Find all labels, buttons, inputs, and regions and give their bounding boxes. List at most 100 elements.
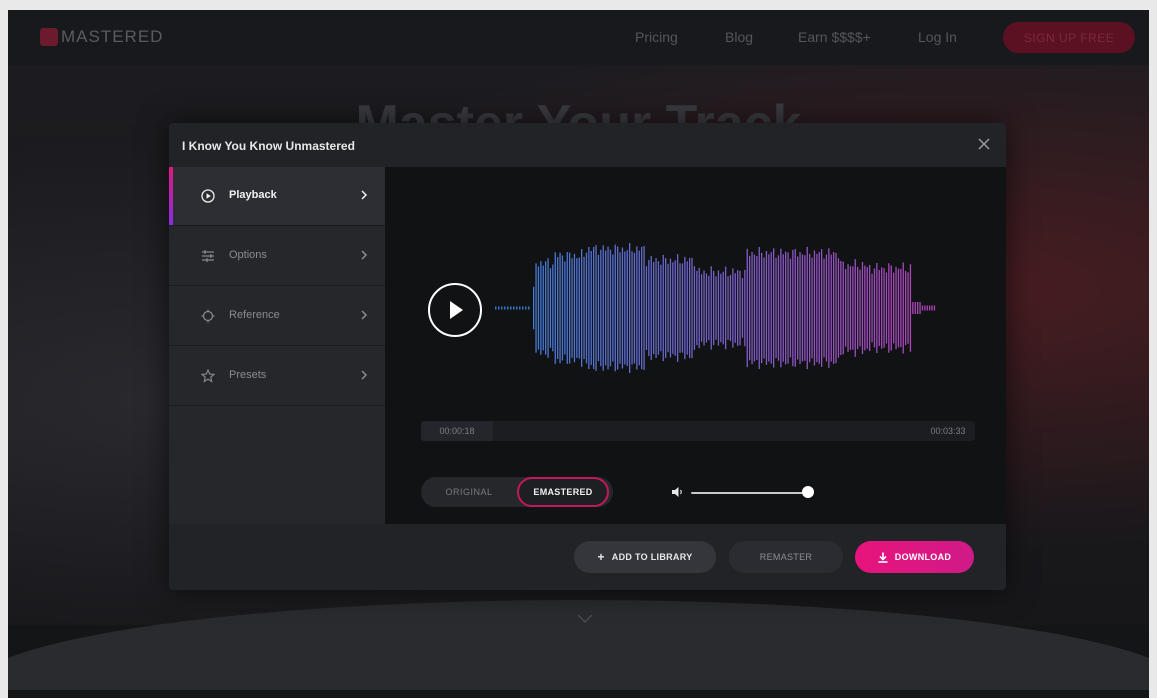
waveform-bar: [633, 252, 636, 364]
waveform-bar: [717, 270, 720, 346]
waveform-bar: [794, 249, 796, 367]
waveform-bar: [614, 244, 616, 372]
waveform-bar: [866, 267, 868, 349]
waveform-bar: [751, 251, 753, 365]
signup-button[interactable]: SIGN UP FREE: [1003, 22, 1135, 53]
waveform-bar: [921, 305, 924, 311]
waveform[interactable]: [495, 243, 955, 373]
waveform-bar: [533, 286, 535, 330]
play-circle-icon: [201, 189, 215, 203]
waveform-bar: [655, 258, 657, 358]
remaster-button[interactable]: REMASTER: [729, 541, 843, 573]
waveform-bar: [789, 258, 792, 358]
waveform-bar: [878, 270, 880, 346]
waveform-bar: [689, 257, 691, 359]
play-button[interactable]: [427, 282, 483, 338]
waveform-bar: [650, 256, 652, 361]
waveform-bar: [686, 261, 688, 355]
seek-bar[interactable]: [499, 421, 919, 441]
download-label: DOWNLOAD: [894, 552, 952, 562]
waveform-bar: [609, 249, 612, 367]
waveform-bar: [756, 256, 758, 360]
volume-icon[interactable]: [671, 485, 685, 499]
waveform-bar: [905, 270, 907, 346]
waveform-bar: [617, 246, 619, 370]
waveform-bar: [765, 251, 768, 365]
waveform-bar: [828, 248, 830, 368]
sidebar-item-presets[interactable]: Presets: [169, 347, 385, 406]
waveform-bar: [924, 305, 926, 311]
waveform-bar: [552, 264, 554, 352]
sidebar-item-options[interactable]: Options: [169, 227, 385, 286]
waveform-bar: [522, 306, 524, 310]
waveform-bar: [600, 249, 602, 367]
waveform-bar: [823, 258, 825, 358]
waveform-bar: [933, 305, 936, 311]
nav-blog[interactable]: Blog: [725, 29, 753, 45]
waveform-bar: [495, 306, 497, 310]
modal-header: I Know You Know Unmastered: [169, 123, 1006, 167]
waveform-bar: [677, 254, 679, 362]
waveform-bar: [804, 255, 806, 361]
waveform-bar: [576, 258, 578, 358]
plus-icon: +: [597, 550, 605, 564]
scroll-down-chevron-icon[interactable]: [576, 613, 594, 625]
add-to-library-button[interactable]: + ADD TO LIBRARY: [574, 541, 716, 573]
waveform-bar: [528, 306, 530, 310]
emastered-option[interactable]: EMASTERED: [517, 477, 609, 507]
current-time: 00:00:18: [421, 421, 493, 441]
waveform-bar: [763, 257, 765, 359]
nav-pricing[interactable]: Pricing: [635, 29, 678, 45]
waveform-bar: [720, 273, 722, 343]
waveform-bar: [504, 306, 506, 310]
waveform-bar: [581, 249, 583, 367]
waveform-bar: [597, 254, 600, 362]
waveform-bar: [537, 266, 540, 350]
waveform-bar: [583, 256, 585, 360]
waveform-bar: [501, 306, 503, 310]
waveform-bar: [842, 261, 844, 355]
waveform-bar: [919, 302, 921, 314]
volume-slider-track[interactable]: [691, 492, 809, 494]
original-option[interactable]: ORIGINAL: [421, 477, 517, 507]
waveform-bar: [732, 268, 734, 348]
waveform-bar: [890, 265, 892, 351]
waveform-bar: [725, 266, 727, 350]
nav-earn[interactable]: Earn $$$$+: [798, 29, 871, 45]
waveform-bar: [727, 276, 729, 340]
waveform-bar: [835, 253, 837, 363]
waveform-bar: [797, 256, 799, 360]
nav-login[interactable]: Log In: [918, 29, 957, 45]
waveform-bar: [681, 263, 684, 353]
download-button[interactable]: DOWNLOAD: [855, 541, 974, 573]
brand-logo[interactable]: MASTERED: [40, 27, 163, 47]
playback-timeline: 00:00:18 00:03:33: [421, 421, 975, 441]
waveform-bar: [643, 246, 645, 370]
waveform-bar: [809, 253, 811, 363]
volume-slider-handle[interactable]: [802, 486, 814, 498]
waveform-bar: [674, 260, 676, 356]
sidebar-item-playback[interactable]: Playback: [169, 167, 385, 226]
waveform-bar: [780, 248, 782, 368]
waveform-bar: [595, 245, 597, 371]
sidebar-item-reference[interactable]: Reference: [169, 287, 385, 346]
waveform-bar: [516, 306, 518, 310]
waveform-bar: [881, 267, 883, 349]
waveform-bar: [566, 252, 568, 364]
waveform-bar: [696, 270, 698, 346]
waveform-bar: [907, 272, 909, 344]
waveform-bar: [542, 265, 544, 351]
close-icon[interactable]: [974, 134, 994, 154]
waveform-bar: [912, 302, 914, 314]
play-icon: [450, 301, 463, 319]
waveform-bar: [665, 258, 667, 358]
waveform-bar: [864, 265, 866, 351]
waveform-bar: [777, 255, 780, 361]
brand-name: MASTERED: [61, 27, 164, 46]
chevron-right-icon: [361, 190, 368, 200]
waveform-bar: [739, 270, 741, 346]
waveform-bar: [825, 254, 828, 362]
waveform-bar: [684, 256, 686, 360]
waveform-bar: [612, 254, 614, 362]
waveform-bar: [753, 254, 756, 362]
